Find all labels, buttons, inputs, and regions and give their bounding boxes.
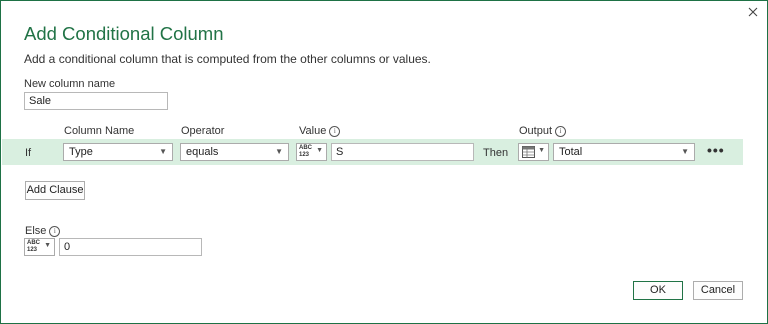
dialog-subtitle: Add a conditional column that is compute… [24,52,431,66]
value-header-label: Value [299,125,327,137]
dialog-title: Add Conditional Column [24,23,224,44]
column-name-value: Type [69,146,93,158]
column-name-header: Column Name [64,125,135,137]
output-header-label: Output [519,125,553,137]
new-column-name-input[interactable]: Sale [24,92,168,110]
chevron-down-icon: ▼ [275,147,283,156]
chevron-down-icon: ▼ [681,147,689,156]
output-type-button[interactable]: ▼ [518,143,549,161]
chevron-down-icon: ▼ [316,147,323,154]
column-name-select[interactable]: Type ▼ [63,143,173,161]
value-input[interactable]: S [331,143,474,161]
chevron-down-icon: ▼ [538,147,545,154]
add-clause-button[interactable]: Add Clause [25,181,85,200]
ellipsis-icon[interactable]: ••• [707,143,725,157]
then-label: Then [483,147,509,159]
output-select[interactable]: Total ▼ [553,143,695,161]
add-conditional-column-dialog: Add Conditional Column Add a conditional… [0,0,768,324]
table-icon [522,146,535,161]
info-icon: i [555,125,567,137]
abc-123-type-icon: ABC 123 [299,145,312,158]
value-type-button[interactable]: ABC 123 ▼ [296,143,327,161]
abc-123-type-icon: ABC 123 [27,240,40,253]
operator-select[interactable]: equals ▼ [180,143,289,161]
new-column-name-label: New column name [24,78,116,90]
if-label: If [25,147,32,159]
else-label: Else [25,225,47,237]
operator-value: equals [186,146,219,158]
chevron-down-icon: ▼ [44,242,51,249]
chevron-down-icon: ▼ [159,147,167,156]
else-value-input[interactable]: 0 [59,238,202,256]
else-type-button[interactable]: ABC 123 ▼ [24,238,55,256]
operator-header: Operator [181,125,225,137]
output-value: Total [559,146,583,158]
value-header: Value i [299,125,341,137]
cancel-button[interactable]: Cancel [693,281,743,300]
else-header: Else i [25,225,61,237]
info-icon: i [49,225,61,237]
info-icon: i [329,125,341,137]
ok-button[interactable]: OK [633,281,683,300]
close-icon[interactable] [745,4,761,20]
output-header: Output i [519,125,567,137]
